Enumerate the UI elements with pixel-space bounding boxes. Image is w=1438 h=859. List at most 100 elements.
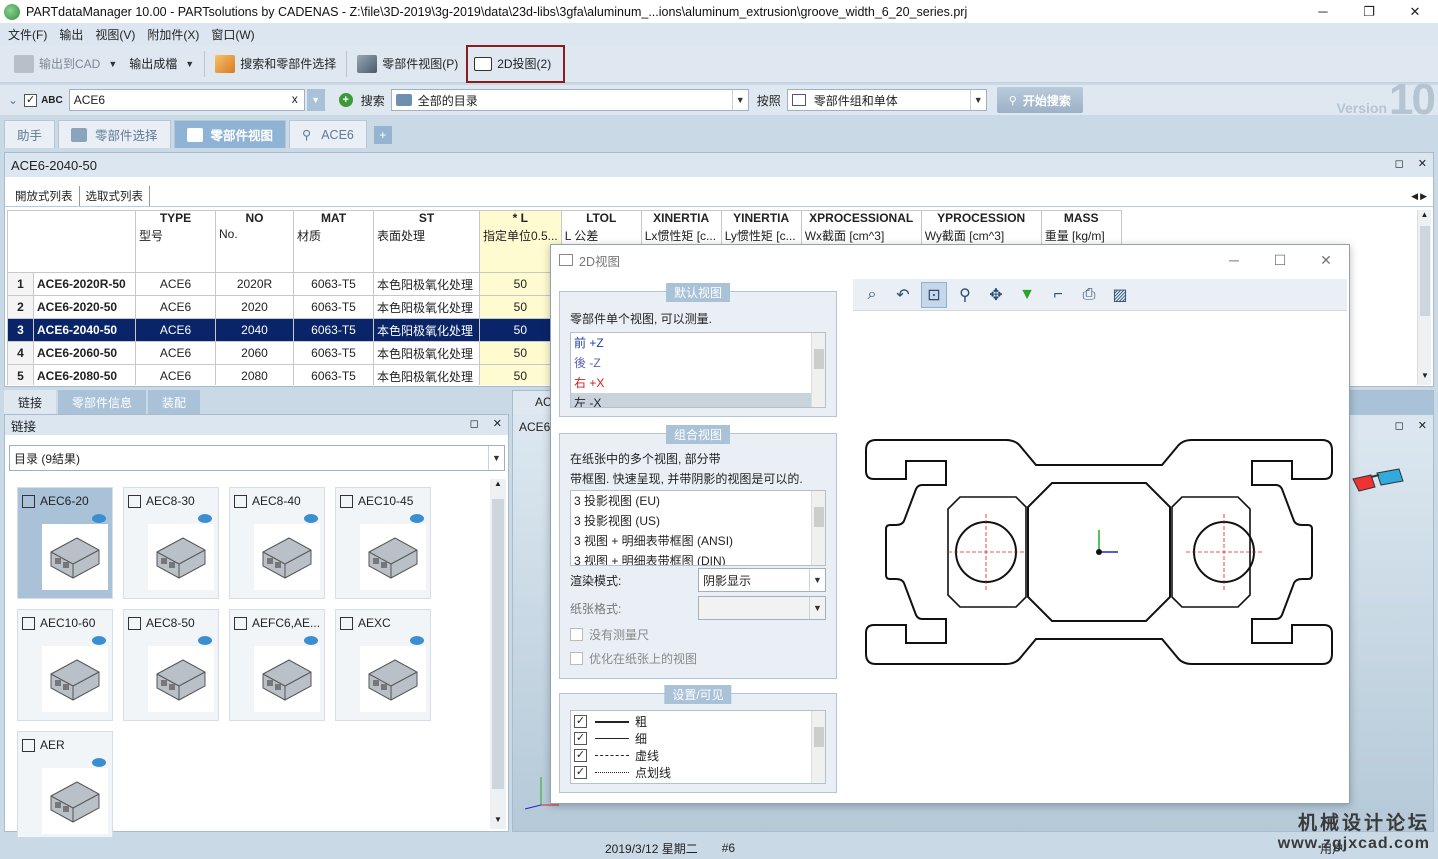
no-dimensions-option[interactable]: 没有测量尺 [570, 626, 649, 643]
view-2d-button[interactable]: 2D投图(2) [466, 44, 566, 83]
dialog-maximize-button[interactable]: ☐ [1257, 245, 1303, 275]
collapse-icon[interactable]: ⌄ [8, 93, 18, 107]
scroll-thumb[interactable] [1420, 226, 1430, 316]
line-style-checkbox[interactable]: ✓ [574, 715, 587, 728]
catalog-thumbnail[interactable]: AEC8-40 [229, 487, 325, 599]
tab-part-info[interactable]: 零部件信息 [58, 390, 147, 414]
tab-links[interactable]: 链接 [4, 390, 57, 414]
maximize-button[interactable]: ❐ [1346, 0, 1392, 23]
type-cell[interactable]: ACE6 [135, 295, 216, 319]
st-cell[interactable]: 本色阳极氧化处理 [373, 295, 480, 319]
menu-view[interactable]: 视图(V) [91, 26, 143, 43]
close-panel-icon[interactable]: ✕ [1418, 419, 1427, 432]
row-number[interactable]: 3 [7, 318, 34, 342]
dialog-minimize-button[interactable]: ─ [1211, 245, 1257, 275]
export-doc-button[interactable]: 输出成檔 ▼ [123, 49, 200, 79]
scroll-thumb[interactable] [814, 349, 824, 369]
dialog-close-button[interactable]: ✕ [1303, 245, 1349, 275]
print-icon[interactable]: ⎙ [1076, 282, 1102, 308]
close-panel-icon[interactable]: ✕ [1418, 157, 1427, 170]
part-name-cell[interactable]: ACE6-2060-50 [33, 341, 136, 365]
mat-cell[interactable]: 6063-T5 [293, 341, 374, 365]
part-name-cell[interactable]: ACE6-2020R-50 [33, 272, 136, 296]
zoom-window-icon[interactable]: ⌕ [859, 282, 885, 308]
glasses-3d-icon[interactable] [1349, 467, 1409, 497]
dropdown-arrow-icon[interactable]: ▼ [1014, 282, 1040, 308]
links-catalog-select[interactable]: 目录 (9結果) ▼ [9, 445, 505, 471]
l-cell[interactable]: 50 [479, 341, 562, 365]
render-mode-select[interactable]: 阴影显示 ▼ [698, 568, 826, 592]
part-name-cell[interactable]: ACE6-2020-50 [33, 295, 136, 319]
catalog-select[interactable]: 全部的目录 ▼ [390, 89, 749, 111]
tab-part-selection[interactable]: 零部件选择 [58, 120, 171, 148]
l-cell[interactable]: 50 [479, 295, 562, 319]
maximize-panel-icon[interactable]: ◻ [470, 417, 479, 430]
add-tab-button[interactable]: + [373, 126, 392, 144]
menu-window[interactable]: 窗口(W) [207, 26, 262, 43]
chevron-down-icon[interactable]: ▼ [488, 446, 504, 470]
mat-cell[interactable]: 6063-T5 [293, 364, 374, 385]
catalog-thumbnail[interactable]: AER [17, 731, 113, 843]
tab-assembly[interactable]: 装配 [148, 390, 201, 414]
minimize-button[interactable]: ─ [1300, 0, 1346, 23]
clear-icon[interactable]: x [292, 92, 298, 106]
row-number[interactable]: 1 [7, 272, 34, 296]
abc-checkbox[interactable]: ✓ [24, 93, 38, 107]
st-cell[interactable]: 本色阳极氧化处理 [373, 364, 480, 385]
search-input[interactable]: ACE6 x [68, 89, 305, 111]
scope-select[interactable]: 零部件组和单体 ▼ [786, 89, 987, 111]
undo-icon[interactable]: ↶ [890, 282, 916, 308]
tab-assistant[interactable]: 助手 [4, 120, 56, 148]
chevron-down-icon[interactable]: ▼ [185, 59, 194, 69]
chevron-down-icon[interactable]: ▼ [809, 569, 825, 591]
column-header-mat[interactable]: MAT 材质 [293, 210, 374, 273]
mat-cell[interactable]: 6063-T5 [293, 272, 374, 296]
scroll-up-icon[interactable]: ▲ [1418, 210, 1431, 224]
zoom-fit-icon[interactable]: ⊡ [921, 281, 947, 308]
row-number[interactable]: 2 [7, 295, 34, 319]
chevron-down-icon[interactable]: ▼ [731, 90, 748, 110]
part-view-button[interactable]: 零部件视图(P) [351, 49, 464, 79]
catalog-thumbnail[interactable]: AEFC6,AE... [229, 609, 325, 721]
list-scrollbar[interactable] [811, 333, 825, 407]
type-cell[interactable]: ACE6 [135, 272, 216, 296]
search-dropdown[interactable]: ▼ [306, 89, 325, 111]
menu-output[interactable]: 输出 [55, 26, 91, 43]
mat-cell[interactable]: 6063-T5 [293, 295, 374, 319]
combo-view-item[interactable]: 3 视图 + 明细表带框图 (DIN) [571, 551, 825, 565]
scroll-thumb[interactable] [492, 499, 504, 789]
line-style-item[interactable]: ✓ 粗 [571, 713, 825, 730]
l-cell[interactable]: 50 [479, 272, 562, 296]
maximize-panel-icon[interactable]: ◻ [1395, 419, 1404, 432]
st-cell[interactable]: 本色阳极氧化处理 [373, 272, 480, 296]
column-header-type[interactable]: TYPE 型号 [135, 210, 216, 273]
line-style-checkbox[interactable]: ✓ [574, 732, 587, 745]
default-view-item[interactable]: 左 -X [571, 393, 825, 407]
type-cell[interactable]: ACE6 [135, 341, 216, 365]
line-style-item[interactable]: ✓ 虚线 [571, 747, 825, 764]
menu-addons[interactable]: 附加件(X) [143, 26, 207, 43]
line-style-checkbox[interactable]: ✓ [574, 749, 587, 762]
profile-drawing[interactable] [856, 425, 1342, 679]
chevron-down-icon[interactable]: ▼ [809, 597, 825, 619]
no-cell[interactable]: 2060 [215, 341, 294, 365]
start-search-button[interactable]: ⚲ 开始搜索 [996, 87, 1083, 113]
list-scrollbar[interactable] [811, 491, 825, 565]
tab-search-ace6[interactable]: ⚲ ACE6 [289, 120, 367, 148]
part-name-cell[interactable]: ACE6-2080-50 [33, 364, 136, 385]
chevron-down-icon[interactable]: ▼ [108, 59, 117, 69]
l-cell[interactable]: 50 [479, 318, 562, 342]
no-dimensions-checkbox[interactable] [570, 628, 583, 641]
column-header-name[interactable] [7, 210, 136, 273]
catalog-thumbnail[interactable]: AEC10-45 [335, 487, 431, 599]
list-scrollbar[interactable] [811, 711, 825, 783]
catalog-thumbnail[interactable]: AEC10-60 [17, 609, 113, 721]
chevron-down-icon[interactable]: ▼ [969, 90, 986, 110]
scroll-up-icon[interactable]: ▲ [490, 479, 506, 493]
catalog-thumbnail[interactable]: AEC6-20 [17, 487, 113, 599]
type-cell[interactable]: ACE6 [135, 364, 216, 385]
add-icon[interactable]: + [338, 93, 353, 107]
scroll-right-icon[interactable]: ▶ [1420, 191, 1427, 202]
scroll-down-icon[interactable]: ▼ [490, 815, 506, 829]
column-header-l[interactable]: * L 指定单位0.5... [479, 210, 562, 273]
